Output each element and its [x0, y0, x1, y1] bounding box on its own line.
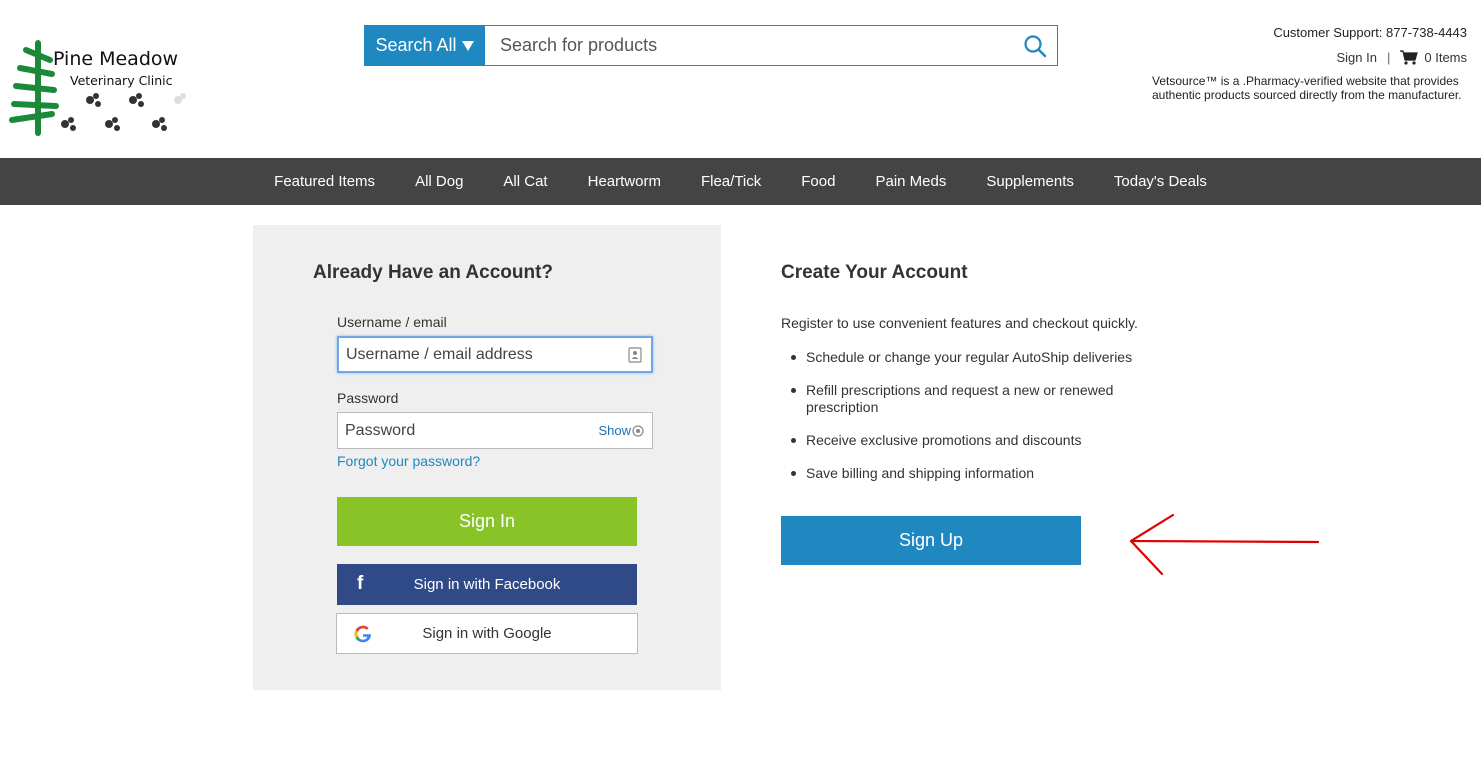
- nav-supplements[interactable]: Supplements: [966, 173, 1094, 190]
- cart-count: 0 Items: [1424, 50, 1467, 65]
- benefit-item: Save billing and shipping information: [781, 465, 1161, 482]
- benefits-list: Schedule or change your regular AutoShip…: [781, 349, 1161, 498]
- eye-icon: [632, 424, 644, 437]
- search-icon: [1024, 34, 1047, 57]
- nav-food[interactable]: Food: [781, 173, 855, 190]
- red-arrow-icon: [1129, 513, 1320, 576]
- header-sign-in-link[interactable]: Sign In: [1337, 50, 1377, 65]
- password-input[interactable]: [338, 421, 599, 440]
- nav-all-cat[interactable]: All Cat: [483, 173, 567, 190]
- search-bar: Search All: [364, 25, 1058, 66]
- facebook-icon: f: [357, 573, 364, 594]
- benefit-item: Refill prescriptions and request a new o…: [781, 382, 1161, 416]
- username-label: Username / email: [337, 314, 447, 330]
- create-account-description: Register to use convenient features and …: [781, 315, 1138, 331]
- nav-heartworm[interactable]: Heartworm: [568, 173, 681, 190]
- header-separator: |: [1386, 50, 1391, 65]
- create-account-title: Create Your Account: [781, 262, 968, 283]
- cart-icon: [1400, 50, 1419, 65]
- search-category-label: Search All: [375, 35, 457, 55]
- username-field[interactable]: [337, 336, 653, 373]
- search-category-dropdown[interactable]: Search All: [365, 26, 485, 65]
- google-icon: [354, 625, 371, 643]
- forgot-password-link[interactable]: Forgot your password?: [337, 453, 480, 469]
- brand-name: Pine Meadow: [53, 48, 179, 70]
- signin-title: Already Have an Account?: [313, 262, 554, 283]
- facebook-signin-button[interactable]: f Sign in with Facebook: [337, 564, 637, 605]
- search-input[interactable]: [485, 26, 1013, 65]
- facebook-signin-label: Sign in with Facebook: [413, 576, 561, 593]
- password-label: Password: [337, 390, 399, 406]
- nav-pain-meds[interactable]: Pain Meds: [855, 173, 966, 190]
- main-nav: Featured Items All Dog All Cat Heartworm…: [0, 158, 1481, 205]
- nav-todays-deals[interactable]: Today's Deals: [1094, 173, 1227, 190]
- benefit-item: Receive exclusive promotions and discoun…: [781, 432, 1161, 449]
- pharmacy-verification: Vetsource™ is a .Pharmacy-verified websi…: [1152, 74, 1462, 102]
- signin-panel: Already Have an Account? Username / emai…: [253, 225, 721, 690]
- password-field[interactable]: Show: [337, 412, 653, 449]
- benefit-item: Schedule or change your regular AutoShip…: [781, 349, 1161, 366]
- username-input[interactable]: [339, 345, 628, 364]
- google-signin-label: Sign in with Google: [422, 625, 552, 642]
- show-password-label: Show: [598, 423, 631, 438]
- sign-up-button[interactable]: Sign Up: [781, 516, 1081, 565]
- nav-featured-items[interactable]: Featured Items: [254, 173, 395, 190]
- customer-support: Customer Support: 877-738-4443: [1273, 25, 1467, 40]
- nav-flea-tick[interactable]: Flea/Tick: [681, 173, 781, 190]
- brand-subtitle: Veterinary Clinic: [70, 73, 173, 88]
- nav-all-dog[interactable]: All Dog: [395, 173, 483, 190]
- sign-in-button[interactable]: Sign In: [337, 497, 637, 546]
- show-password-toggle[interactable]: Show: [598, 423, 652, 438]
- contact-card-icon: [628, 346, 642, 363]
- cart-link[interactable]: 0 Items: [1400, 50, 1467, 65]
- search-button[interactable]: [1013, 26, 1057, 65]
- google-signin-button[interactable]: Sign in with Google: [336, 613, 638, 654]
- account-links: Sign In | 0 Items: [1337, 50, 1468, 65]
- triangle-down-icon: [461, 40, 474, 51]
